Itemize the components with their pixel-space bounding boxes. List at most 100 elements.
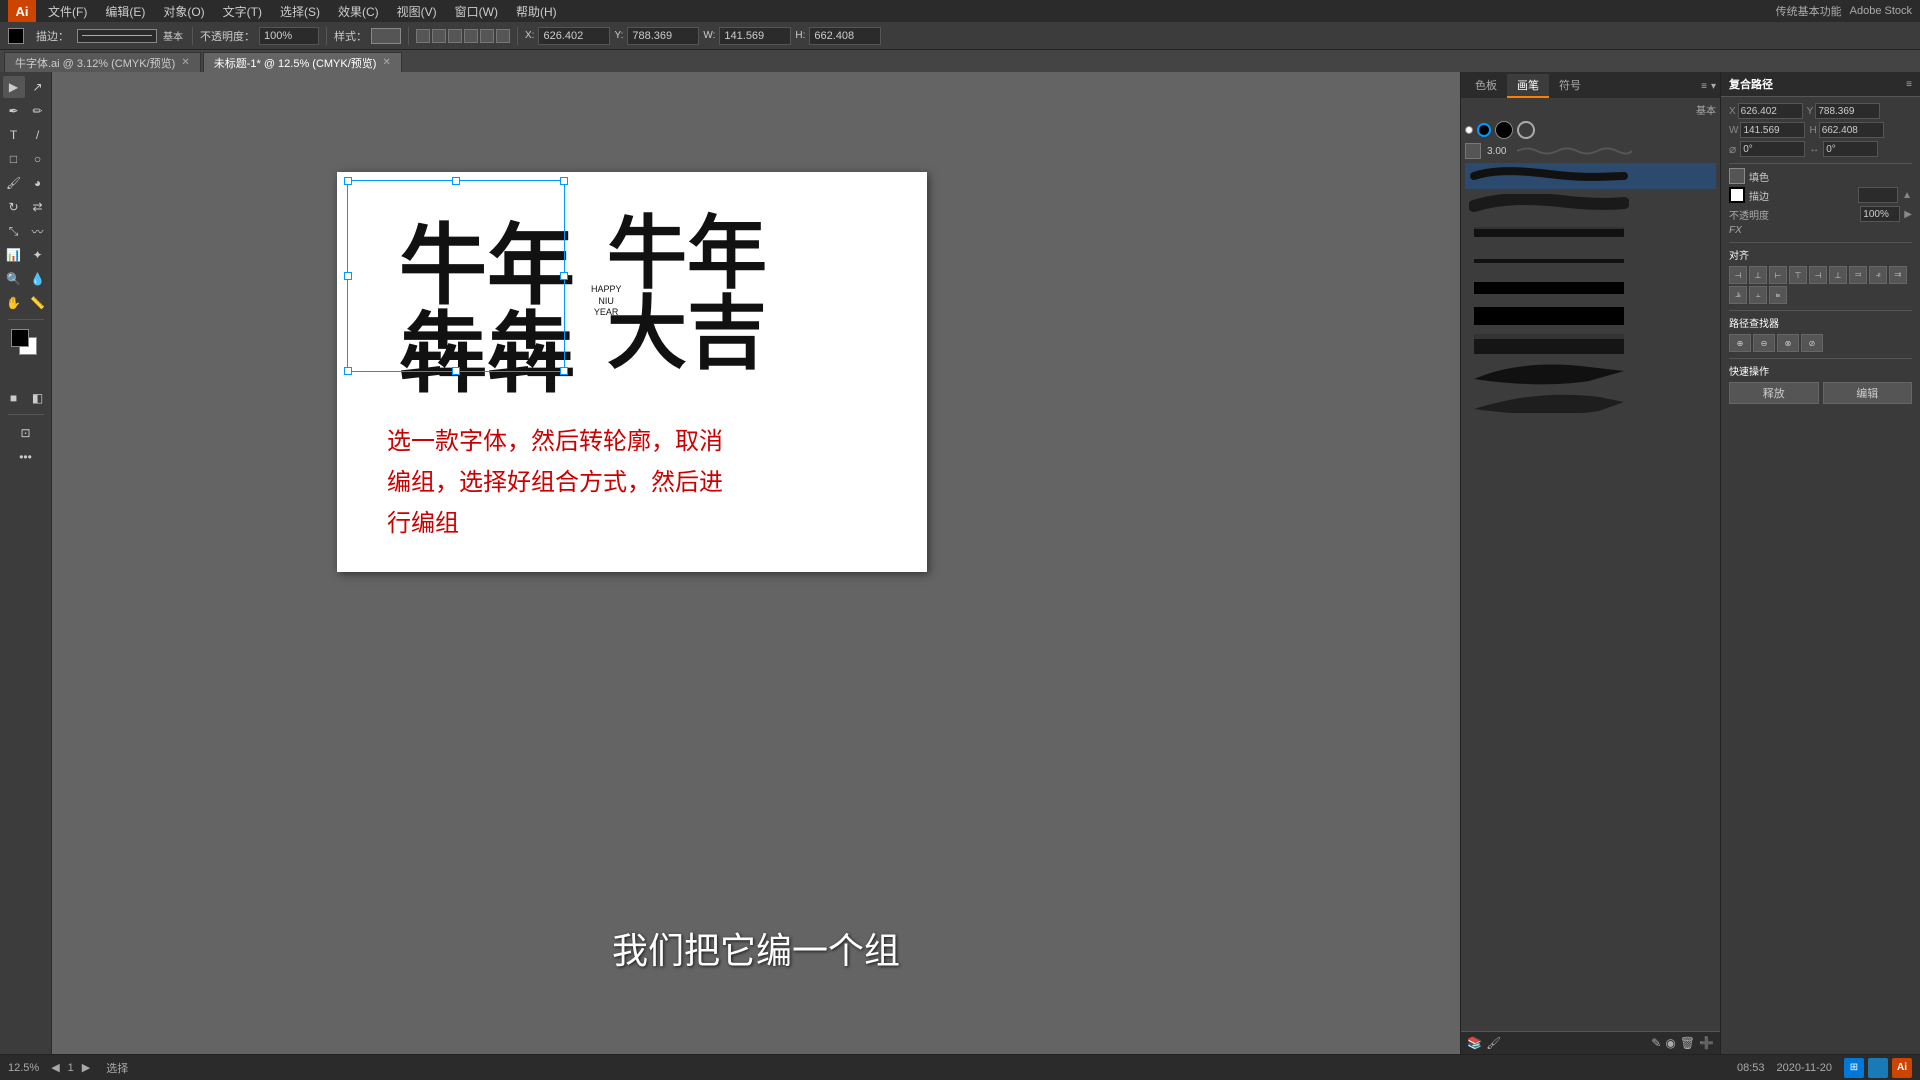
align-middle-btn[interactable] bbox=[480, 29, 494, 43]
menu-object[interactable]: 对象(O) bbox=[155, 1, 212, 22]
brush-item-7[interactable] bbox=[1465, 359, 1716, 385]
brush-dot-empty[interactable] bbox=[1517, 121, 1535, 139]
panel-expand-icon[interactable]: ≡ bbox=[1701, 81, 1707, 92]
opacity-expand-icon[interactable]: ▶ bbox=[1904, 209, 1912, 220]
align-right-edge[interactable]: ⊢ bbox=[1769, 266, 1787, 284]
fill-swatch[interactable] bbox=[1729, 168, 1745, 184]
ie-icon[interactable] bbox=[1868, 1058, 1888, 1078]
doc-tab-1[interactable]: 未标题-1* @ 12.5% (CMYK/预览) ✕ bbox=[203, 52, 402, 72]
gradient-mode[interactable]: ◧ bbox=[27, 387, 49, 409]
delete-brush-icon[interactable]: 🗑 bbox=[1680, 1036, 1695, 1050]
menu-window[interactable]: 窗口(W) bbox=[447, 1, 506, 22]
stroke-width-input[interactable] bbox=[1858, 187, 1898, 203]
zoom-tool[interactable]: 🔍 bbox=[3, 268, 25, 290]
w-coord-input[interactable] bbox=[719, 27, 791, 45]
h-coord-input[interactable] bbox=[809, 27, 881, 45]
fill-mode[interactable]: ■ bbox=[3, 387, 25, 409]
x-coord-input[interactable] bbox=[538, 27, 610, 45]
brush-dot-large[interactable] bbox=[1495, 121, 1513, 139]
pathfinder-minus-front[interactable]: ⊖ bbox=[1753, 334, 1775, 352]
align-bottom-btn[interactable] bbox=[496, 29, 510, 43]
align-left-edge[interactable]: ⊣ bbox=[1729, 266, 1747, 284]
hand-tool[interactable]: ✋ bbox=[3, 292, 25, 314]
distribute-bottom[interactable]: ⫢ bbox=[1769, 286, 1787, 304]
stroke-fill-swatch[interactable] bbox=[1465, 143, 1481, 159]
align-right-btn[interactable] bbox=[448, 29, 462, 43]
edit-button[interactable]: 编辑 bbox=[1823, 382, 1913, 404]
edit-brush-icon[interactable]: ✎ bbox=[1651, 1036, 1661, 1050]
align-bottom-edge[interactable]: ⊥ bbox=[1829, 266, 1847, 284]
start-button[interactable]: ⊞ bbox=[1844, 1058, 1864, 1078]
menu-select[interactable]: 选择(S) bbox=[272, 1, 328, 22]
stroke-color-swatch[interactable] bbox=[8, 28, 24, 44]
ellipse-tool[interactable]: ○ bbox=[27, 148, 49, 170]
align-top-edge[interactable]: ⊤ bbox=[1789, 266, 1807, 284]
menu-edit[interactable]: 编辑(E) bbox=[97, 1, 153, 22]
direct-selection-tool[interactable]: ↗ bbox=[27, 76, 49, 98]
select-brush-icon[interactable]: ◉ bbox=[1665, 1036, 1675, 1050]
menu-file[interactable]: 文件(F) bbox=[40, 1, 95, 22]
pathfinder-exclude[interactable]: ⊘ bbox=[1801, 334, 1823, 352]
symbol-tool[interactable]: ✦ bbox=[27, 244, 49, 266]
brush-item-3[interactable] bbox=[1465, 247, 1716, 273]
close-tab-1[interactable]: ✕ bbox=[382, 57, 390, 68]
selection-tool[interactable]: ▶ bbox=[3, 76, 25, 98]
new-brush-icon[interactable]: ➕ bbox=[1699, 1036, 1714, 1050]
opacity-input[interactable] bbox=[259, 27, 319, 45]
x-input[interactable] bbox=[1738, 103, 1803, 119]
brush-item-4[interactable] bbox=[1465, 275, 1716, 301]
pen-tool[interactable]: ✒ bbox=[3, 100, 25, 122]
more-tools[interactable]: ••• bbox=[15, 446, 37, 468]
panel-menu-icon[interactable]: ▾ bbox=[1711, 81, 1716, 92]
align-h-center[interactable]: ⊥ bbox=[1749, 266, 1767, 284]
artboard-tool[interactable]: ⊡ bbox=[15, 422, 37, 444]
distribute-left[interactable]: ⫤ bbox=[1849, 266, 1867, 284]
rect-tool[interactable]: □ bbox=[3, 148, 25, 170]
pathfinder-intersect[interactable]: ⊗ bbox=[1777, 334, 1799, 352]
doc-tab-0[interactable]: 牛字体.ai @ 3.12% (CMYK/预览) ✕ bbox=[4, 52, 201, 72]
distribute-h[interactable]: ⫣ bbox=[1869, 266, 1887, 284]
brush-item-6[interactable] bbox=[1465, 331, 1716, 357]
foreground-color-swatch[interactable] bbox=[11, 329, 29, 347]
menu-type[interactable]: 文字(T) bbox=[215, 1, 270, 22]
brush-item-0[interactable] bbox=[1465, 163, 1716, 189]
distribute-right[interactable]: ⫥ bbox=[1889, 266, 1907, 284]
graph-tool[interactable]: 📊 bbox=[3, 244, 25, 266]
style-swatch[interactable] bbox=[371, 28, 401, 44]
angle-input[interactable] bbox=[1740, 141, 1805, 157]
brush-item-8[interactable] bbox=[1465, 387, 1716, 413]
stroke-up-arrow[interactable]: ▲ bbox=[1902, 190, 1912, 201]
release-button[interactable]: 释放 bbox=[1729, 382, 1819, 404]
align-v-center[interactable]: ⊣ bbox=[1809, 266, 1827, 284]
y-input[interactable] bbox=[1815, 103, 1880, 119]
menu-help[interactable]: 帮助(H) bbox=[508, 1, 565, 22]
brush-dot-small[interactable] bbox=[1465, 126, 1473, 134]
menu-view[interactable]: 视图(V) bbox=[389, 1, 445, 22]
y-coord-input[interactable] bbox=[627, 27, 699, 45]
w-input[interactable] bbox=[1740, 122, 1805, 138]
pencil-tool[interactable]: ✏ bbox=[27, 100, 49, 122]
paintbrush-tool[interactable]: 🖌 bbox=[3, 172, 25, 194]
shear-input[interactable] bbox=[1823, 141, 1878, 157]
eyedropper-tool[interactable]: 💧 bbox=[27, 268, 49, 290]
measure-tool[interactable]: 📏 bbox=[27, 292, 49, 314]
stroke-swatch[interactable] bbox=[1729, 187, 1745, 203]
show-brushes-icon[interactable]: 🖌 bbox=[1486, 1036, 1501, 1050]
tab-symbols[interactable]: 符号 bbox=[1549, 74, 1591, 98]
tab-brushes[interactable]: 画笔 bbox=[1507, 74, 1549, 98]
blob-brush-tool[interactable]: ◕ bbox=[27, 172, 49, 194]
tab-swatches[interactable]: 色板 bbox=[1465, 74, 1507, 98]
h-input[interactable] bbox=[1819, 122, 1884, 138]
align-left-btn[interactable] bbox=[416, 29, 430, 43]
rotate-tool[interactable]: ↻ bbox=[3, 196, 25, 218]
brush-item-2[interactable] bbox=[1465, 219, 1716, 245]
brush-dot-medium[interactable] bbox=[1477, 123, 1491, 137]
pathfinder-unite[interactable]: ⊕ bbox=[1729, 334, 1751, 352]
distribute-v[interactable]: ⫠ bbox=[1749, 286, 1767, 304]
brush-item-1[interactable] bbox=[1465, 191, 1716, 217]
props-menu-icon[interactable]: ≡ bbox=[1906, 79, 1912, 90]
stroke-line-selector[interactable] bbox=[77, 29, 157, 43]
brush-item-5[interactable] bbox=[1465, 303, 1716, 329]
type-tool[interactable]: T bbox=[3, 124, 25, 146]
opacity-val-input[interactable] bbox=[1860, 206, 1900, 222]
